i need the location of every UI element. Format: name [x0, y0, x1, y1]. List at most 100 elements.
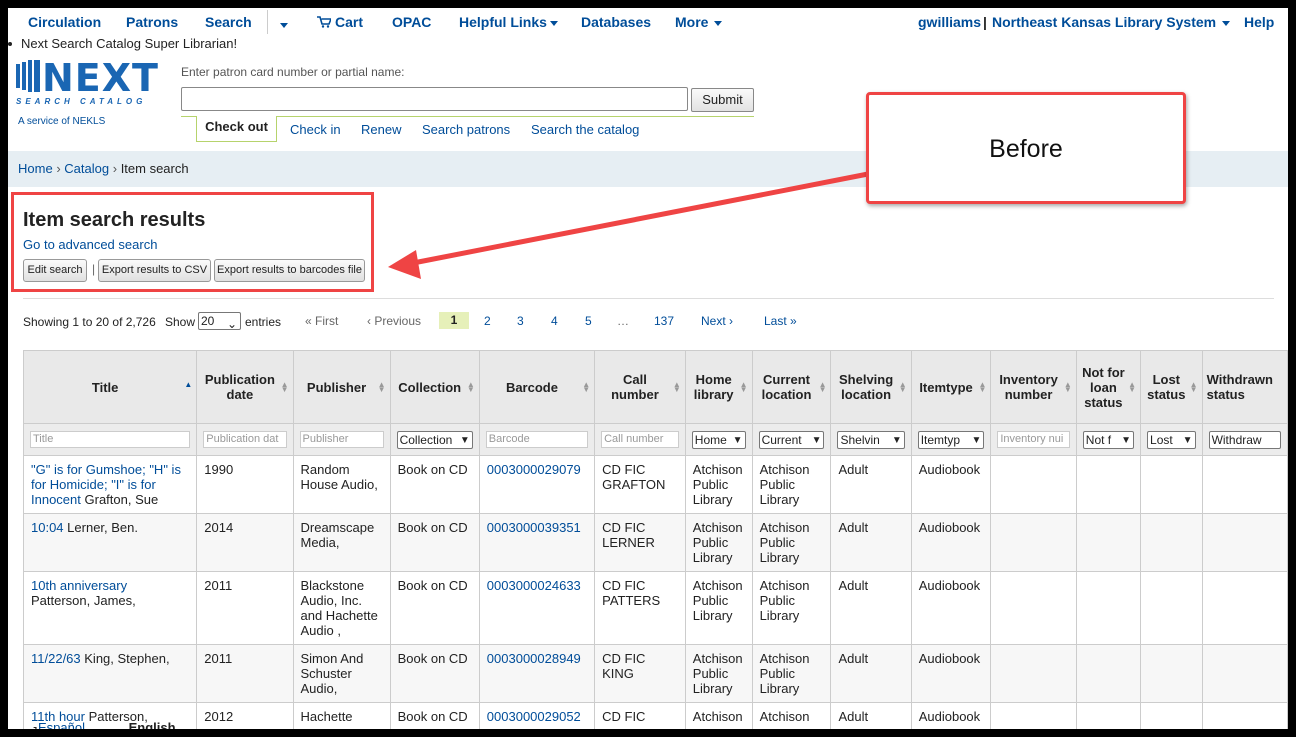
column-header-barcode[interactable]: Barcode ▲ ▼	[478, 350, 596, 424]
column-header-curloc[interactable]: Current location ▲ ▼	[751, 350, 832, 424]
filter-cell: Not f ▼	[1075, 423, 1142, 456]
pager-page-4[interactable]: 4	[551, 314, 558, 328]
filter-shelving-select[interactable]: Shelvin ▼	[837, 430, 905, 449]
column-header-callnumber[interactable]: Call number ▲ ▼	[594, 350, 686, 424]
column-header-title[interactable]: Title ▲	[22, 350, 198, 424]
filter-lost-select[interactable]: Lost ▼	[1147, 430, 1196, 449]
filter-withdrawn-value: Withdraw	[1211, 432, 1262, 447]
column-header-label: Withdrawn status	[1206, 372, 1273, 402]
chevron-down-icon: ▼	[1121, 432, 1132, 448]
cell-inventory	[990, 513, 1077, 572]
column-header-inventory[interactable]: Inventory number ▲ ▼	[990, 350, 1077, 424]
cell-lost	[1140, 513, 1203, 572]
filter-pubdate-input[interactable]: Publication dat	[203, 431, 287, 448]
pager-last[interactable]: Last »	[764, 314, 797, 328]
sort-icon: ▲ ▼	[978, 380, 987, 394]
filter-publisher-input[interactable]: Publisher	[299, 431, 384, 448]
column-header-shelving[interactable]: Shelving location ▲ ▼	[830, 350, 912, 424]
column-header-lost[interactable]: Lost status ▲ ▼	[1140, 350, 1203, 424]
filter-callnumber-input[interactable]: Call number	[601, 431, 679, 448]
filter-title-input[interactable]: Title	[30, 431, 191, 448]
column-header-homelib[interactable]: Home library ▲ ▼	[684, 350, 753, 424]
cell-pubdate: 1990	[196, 455, 294, 514]
item-author: King, Stephen,	[84, 651, 170, 666]
cell-pubdate: 2011	[196, 644, 294, 703]
cell-pubdate: 2014	[196, 513, 294, 572]
filter-collection-select[interactable]: Collection ▼	[396, 430, 473, 449]
pager-last-page[interactable]: 137	[654, 314, 674, 328]
filter-itemtype-select[interactable]: Itemtyp ▼	[917, 430, 985, 449]
sort-icon: ▲ ▼	[739, 380, 748, 394]
cell-barcode: 0003000029052	[478, 702, 596, 729]
item-barcode-link[interactable]: 0003000039351	[487, 520, 581, 535]
cell-title: "G" is for Gumshoe; "H" is for Homicide;…	[22, 455, 198, 514]
filter-notforloan-select[interactable]: Not f ▼	[1082, 430, 1135, 449]
sort-icon: ▲ ▼	[280, 380, 289, 394]
cell-notforloan	[1075, 455, 1142, 514]
filter-curloc-select[interactable]: Current ▼	[758, 430, 825, 449]
cell-callnumber: CD FIC	[594, 702, 686, 729]
cell-withdrawn	[1201, 513, 1288, 572]
item-barcode-link[interactable]: 0003000029079	[487, 462, 581, 477]
pager-page-2[interactable]: 2	[484, 314, 491, 328]
item-title-link[interactable]: 10th anniversary	[31, 578, 127, 593]
item-barcode-link[interactable]: 0003000028949	[487, 651, 581, 666]
language-english: English	[128, 720, 176, 729]
cell-itemtype: Audiobook	[910, 571, 992, 645]
page-length-select[interactable]: 20 ⌄	[198, 312, 241, 331]
item-title-link[interactable]: 11/22/63	[31, 651, 81, 666]
filter-homelib-select[interactable]: Home ▼	[691, 430, 746, 449]
sort-icon: ▲ ▼	[1063, 380, 1072, 394]
column-header-label: Shelving location	[839, 372, 894, 402]
pager-page-5[interactable]: 5	[585, 314, 592, 328]
cell-publisher: Blackstone Audio, Inc. and Hachette Audi…	[292, 571, 391, 645]
pager-ellipsis: …	[617, 314, 629, 328]
pager-previous[interactable]: ‹ Previous	[367, 314, 421, 328]
cell-callnumber: CD FIC PATTERS	[594, 571, 686, 645]
cell-collection: Book on CD	[389, 702, 480, 729]
cell-notforloan	[1075, 644, 1142, 703]
cell-homelib: Atchison Public Library	[684, 571, 753, 645]
cell-collection: Book on CD	[389, 644, 480, 703]
filter-cell: Publisher	[292, 423, 391, 456]
cell-pubdate: 2011	[196, 571, 294, 645]
column-header-label: Not for loan status	[1082, 364, 1125, 410]
language-espanol[interactable]: Español	[38, 720, 85, 729]
pager-first[interactable]: « First	[305, 314, 338, 328]
cell-barcode: 0003000028949	[478, 644, 596, 703]
item-title-link[interactable]: 10:04	[31, 520, 64, 535]
column-header-label: Call number	[611, 372, 659, 402]
cell-inventory	[990, 571, 1077, 645]
sort-icon: ▲ ▼	[898, 380, 907, 394]
column-header-pubdate[interactable]: Publication date ▲ ▼	[196, 350, 294, 424]
column-header-label: Inventory number	[999, 372, 1058, 402]
chevron-down-icon: ▼	[1182, 432, 1193, 448]
cell-itemtype: Audiobook	[910, 702, 992, 729]
cell-notforloan	[1075, 702, 1142, 729]
pager-current-page[interactable]: 1	[439, 312, 469, 329]
item-barcode-link[interactable]: 0003000029052	[487, 709, 581, 724]
column-header-collection[interactable]: Collection ▲ ▼	[389, 350, 480, 424]
cell-callnumber: CD FIC KING	[594, 644, 686, 703]
item-barcode-link[interactable]: 0003000024633	[487, 578, 581, 593]
filter-cell: Call number	[594, 423, 686, 456]
cell-withdrawn	[1201, 571, 1288, 645]
filter-withdrawn-select[interactable]: Withdraw	[1208, 430, 1281, 449]
column-header-withdrawn[interactable]: Withdrawn status	[1201, 350, 1288, 424]
callout-box: Before	[866, 92, 1186, 204]
cell-shelving: Adult	[830, 702, 912, 729]
column-header-itemtype[interactable]: Itemtype ▲ ▼	[910, 350, 992, 424]
filter-barcode-input[interactable]: Barcode	[485, 431, 589, 448]
chevron-down-icon: ⌄	[226, 317, 237, 331]
filter-cell: Collection ▼	[389, 423, 480, 456]
cell-inventory	[990, 644, 1077, 703]
column-header-publisher[interactable]: Publisher ▲ ▼	[292, 350, 391, 424]
callout-text: Before	[989, 135, 1063, 163]
cell-title: 11/22/63 King, Stephen,	[22, 644, 198, 703]
column-header-notforloan[interactable]: Not for loan status ▲ ▼	[1075, 350, 1142, 424]
cell-lost	[1140, 571, 1203, 645]
pager-next[interactable]: Next ›	[701, 314, 733, 328]
cell-lost	[1140, 644, 1203, 703]
filter-inventory-input[interactable]: Inventory nui	[997, 431, 1070, 448]
pager-page-3[interactable]: 3	[517, 314, 524, 328]
